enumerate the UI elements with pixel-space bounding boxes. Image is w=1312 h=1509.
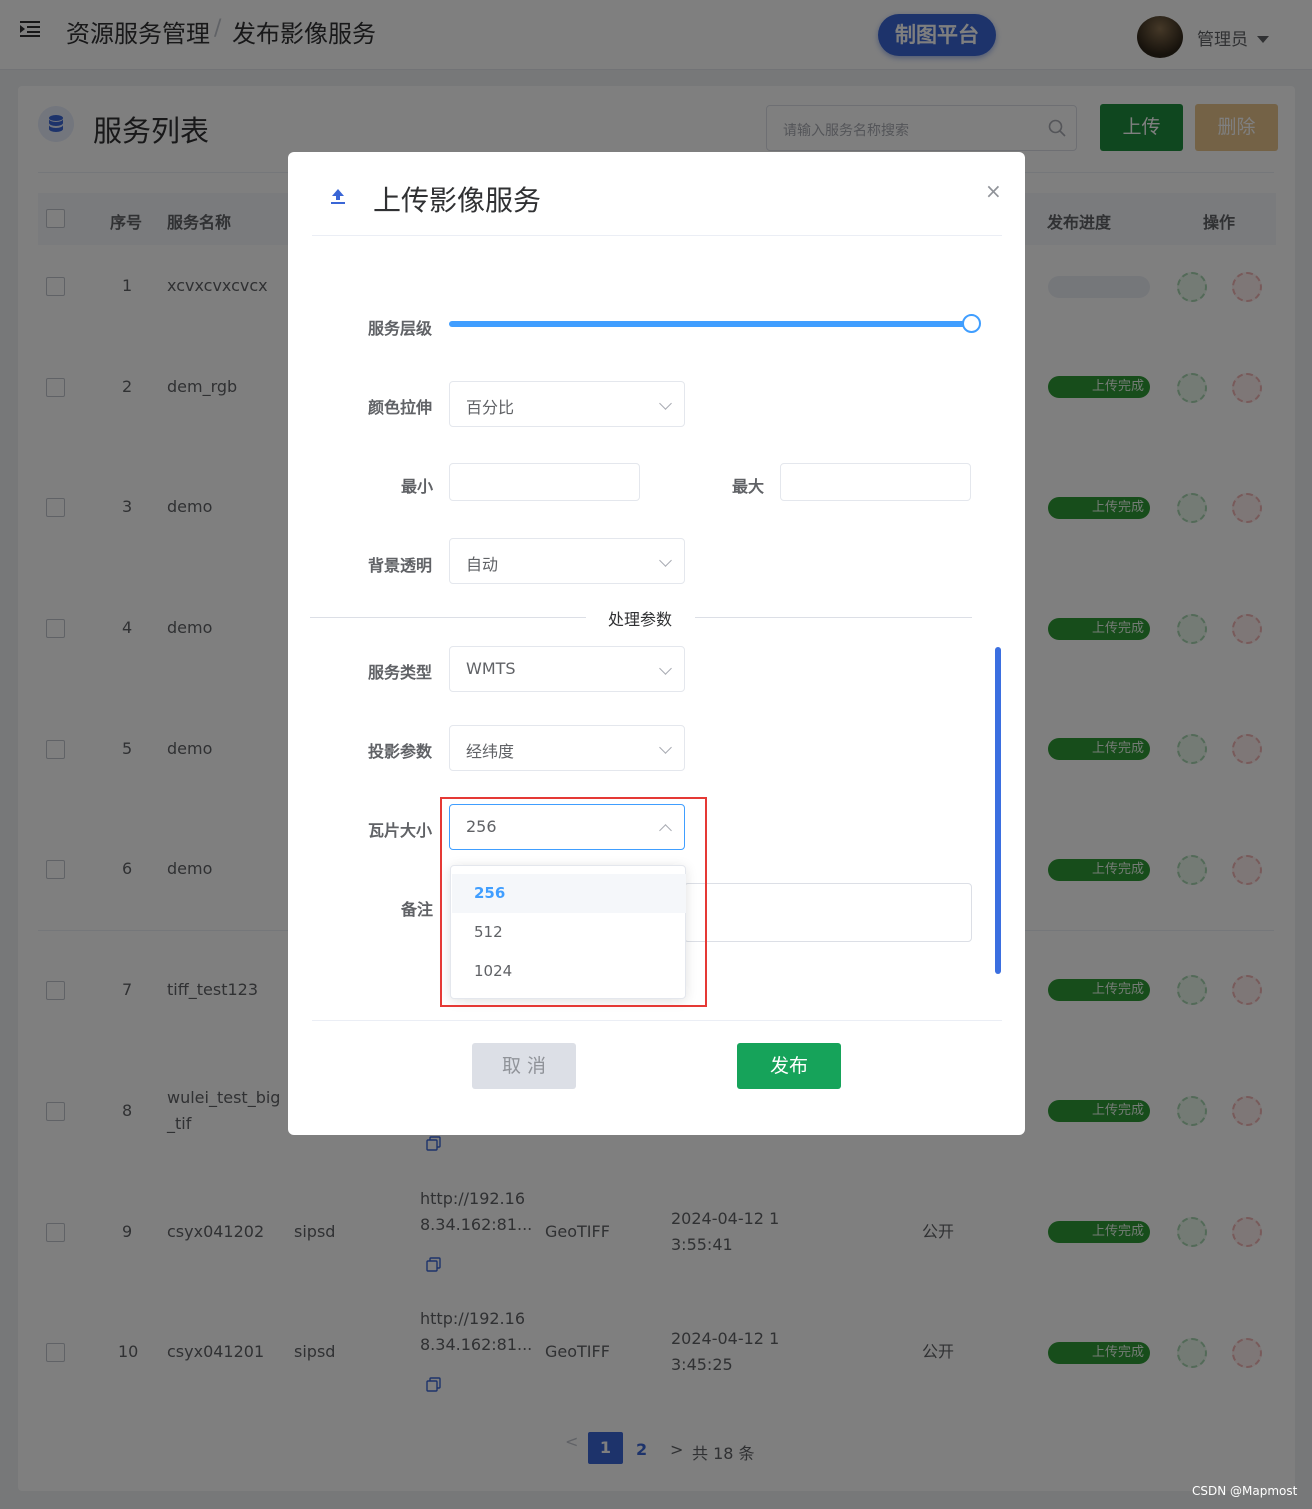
- section-title: 处理参数: [608, 610, 673, 629]
- modal-header-divider: [312, 235, 1002, 236]
- watermark: CSDN @Mapmost: [1192, 1484, 1298, 1498]
- section-divider-left: [310, 617, 586, 618]
- projection-value: 经纬度: [466, 742, 515, 761]
- chevron-down-icon: [659, 554, 672, 567]
- chevron-down-icon: [659, 397, 672, 410]
- upload-icon: [331, 189, 345, 204]
- remark-textarea[interactable]: [684, 883, 972, 942]
- service-level-label: 服务层级: [368, 319, 433, 338]
- remark-label: 备注: [401, 900, 434, 919]
- section-divider-right: [695, 617, 972, 618]
- color-stretch-value: 百分比: [466, 398, 515, 417]
- modal-title: 上传影像服务: [373, 184, 542, 217]
- bg-transparent-label: 背景透明: [368, 556, 433, 575]
- publish-button[interactable]: 发布: [737, 1043, 841, 1089]
- max-input[interactable]: [780, 463, 971, 501]
- projection-select[interactable]: 经纬度: [449, 725, 685, 771]
- service-level-slider-track[interactable]: [449, 321, 971, 327]
- min-input[interactable]: [449, 463, 640, 501]
- service-type-label: 服务类型: [368, 663, 433, 682]
- chevron-down-icon: [659, 741, 672, 754]
- color-stretch-select[interactable]: 百分比: [449, 381, 685, 427]
- min-label: 最小: [401, 477, 434, 496]
- max-label: 最大: [732, 477, 765, 496]
- modal-footer-divider: [312, 1020, 1002, 1021]
- service-type-select[interactable]: WMTS: [449, 646, 685, 692]
- cancel-button[interactable]: 取 消: [472, 1043, 576, 1089]
- service-type-value: WMTS: [466, 659, 516, 678]
- service-level-slider-handle[interactable]: [962, 314, 981, 333]
- bg-transparent-select[interactable]: 自动: [449, 538, 685, 584]
- highlight-annotation-box: [440, 797, 707, 1007]
- close-icon[interactable]: ×: [985, 179, 1002, 203]
- color-stretch-label: 颜色拉伸: [368, 398, 433, 417]
- projection-label: 投影参数: [368, 742, 433, 761]
- tile-size-label: 瓦片大小: [368, 821, 433, 840]
- bg-transparent-value: 自动: [466, 555, 499, 574]
- chevron-down-icon: [659, 662, 672, 675]
- upload-modal: 上传影像服务 × 服务层级 颜色拉伸 百分比 最小 最大 背景透明 自动 处理参…: [288, 152, 1025, 1135]
- modal-scrollbar[interactable]: [995, 647, 1001, 974]
